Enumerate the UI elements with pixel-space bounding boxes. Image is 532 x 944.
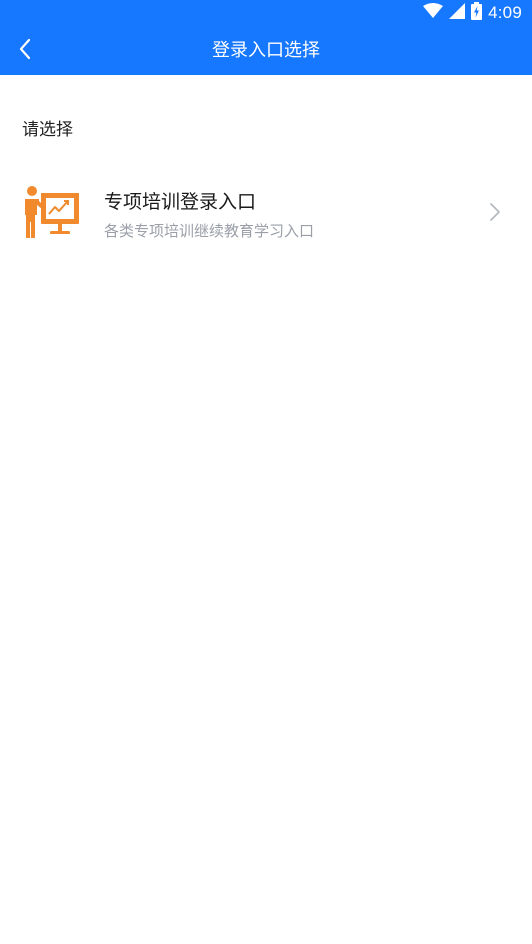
entry-title: 专项培训登录入口 <box>104 191 257 213</box>
entry-special-training[interactable]: 专项培训登录入口 各类专项培训继续教育学习入口 <box>0 168 532 256</box>
chevron-right-icon <box>488 202 502 222</box>
entry-subtitle: 各类专项培训继续教育学习入口 <box>104 222 315 240</box>
page-title: 登录入口选择 <box>212 40 320 61</box>
cellular-signal-icon <box>449 3 466 23</box>
status-time: 4:09 <box>488 3 522 22</box>
chevron-left-icon <box>18 38 32 64</box>
status-icons: 4:09 <box>423 2 522 24</box>
teacher-presentation-icon <box>22 185 80 239</box>
battery-charging-icon <box>471 2 483 24</box>
back-button[interactable] <box>6 32 44 70</box>
prompt-label: 请选择 <box>22 120 73 140</box>
status-bar: 4:09 <box>0 0 532 26</box>
app-bar: 登录入口选择 <box>0 26 532 75</box>
wifi-icon <box>423 3 444 23</box>
